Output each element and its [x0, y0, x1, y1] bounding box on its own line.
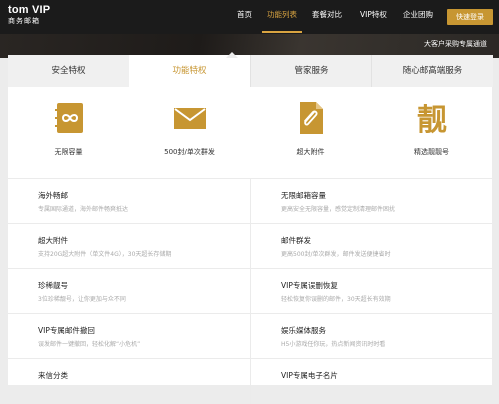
tab-feature-privileges[interactable]: 功能特权: [129, 55, 250, 87]
feature-label: 超大附件: [296, 148, 325, 156]
item-title: 来信分类: [38, 371, 68, 380]
logo-subtitle: 商务邮箱: [8, 17, 40, 25]
item-description: H5小游戏任你玩，热点新闻资讯时时看: [281, 341, 386, 348]
item-title: VIP专属电子名片: [281, 371, 338, 380]
enterprise-channel-link[interactable]: 大客户采购专属通道: [424, 39, 487, 49]
item-description: 3位珍稀靓号，让你更加与众不同: [38, 296, 126, 303]
top-navigation-bar: tom VIP 商务邮箱 首页 功能列表 套餐对比 VIP特权 企业团购 快速登…: [0, 0, 499, 34]
active-nav-indicator: [262, 31, 302, 33]
feature-premium-account[interactable]: 靓 精选靓靓号: [371, 87, 492, 177]
tab-bar: 安全特权 功能特权 管家服务 随心邮高端服务: [8, 55, 493, 87]
svg-text:靓: 靓: [417, 103, 447, 135]
item-title: 海外畅邮: [38, 191, 68, 200]
nav-item-vip-privileges[interactable]: VIP特权: [360, 10, 387, 20]
logo-wordmark: tom VIP: [8, 4, 51, 16]
feature-large-attachment[interactable]: 超大附件: [250, 87, 371, 177]
list-item[interactable]: 海外畅邮 专属国际通道，海外邮件畅爽抵达: [8, 179, 250, 224]
list-item[interactable]: VIP专属邮件撤回 误发邮件一键撤回，轻松化解“小危机”: [8, 314, 250, 359]
tab-security-privileges[interactable]: 安全特权: [8, 55, 129, 87]
feature-label: 精选靓靓号: [414, 148, 449, 156]
item-title: VIP专属邮件撤回: [38, 326, 95, 335]
item-description: 更高500封/单次群发，邮件发送便捷省时: [281, 251, 391, 258]
nav-item-feature-list[interactable]: 功能列表: [267, 10, 297, 20]
table-row: VIP专属邮件撤回 误发邮件一键撤回，轻松化解“小危机” 娱乐媒体服务 H5小游…: [8, 313, 492, 359]
item-title: 娱乐媒体服务: [281, 326, 326, 335]
item-title: 邮件群发: [281, 236, 311, 245]
item-description: 误发邮件一键撤回，轻松化解“小危机”: [38, 341, 141, 348]
list-item[interactable]: 娱乐媒体服务 H5小游戏任你玩，热点新闻资讯时时看: [250, 314, 493, 359]
infinity-notebook-icon: [55, 103, 83, 133]
nav-item-enterprise-purchase[interactable]: 企业团购: [403, 10, 433, 20]
item-description: 更高安全无限容量，感觉定制清理邮件困扰: [281, 206, 396, 213]
item-title: 珍稀靓号: [38, 281, 68, 290]
list-item[interactable]: 来信分类: [8, 359, 250, 404]
list-item[interactable]: VIP专属电子名片: [250, 359, 493, 404]
item-description: 专属国际通道，海外邮件畅爽抵达: [38, 206, 129, 213]
feature-icons-row: 无限容量 500封/单次群发 超大附件 靓 精选靓靓号: [8, 87, 492, 177]
feature-label: 500封/单次群发: [164, 148, 215, 156]
envelope-icon: [174, 108, 206, 129]
table-row: 超大附件 支持20G超大附件（单文件4G），30天超长存储期 邮件群发 更高50…: [8, 223, 492, 269]
table-row: 海外畅邮 专属国际通道，海外邮件畅爽抵达 无限邮箱容量 更高安全无限容量，感觉定…: [8, 178, 492, 224]
liang-character-icon: 靓: [417, 103, 447, 135]
quick-login-button[interactable]: 快速登录: [447, 9, 493, 25]
item-description: 支持20G超大附件（单文件4G），30天超长存储期: [38, 251, 172, 258]
paperclip-file-icon: [300, 102, 323, 134]
item-title: 无限邮箱容量: [281, 191, 326, 200]
list-item[interactable]: 珍稀靓号 3位珍稀靓号，让你更加与众不同: [8, 269, 250, 314]
list-item[interactable]: 无限邮箱容量 更高安全无限容量，感觉定制清理邮件困扰: [250, 179, 493, 224]
table-row: 来信分类 VIP专属电子名片: [8, 358, 492, 404]
feature-label: 无限容量: [54, 148, 83, 156]
tab-premium-service[interactable]: 随心邮高端服务: [371, 55, 493, 87]
feature-bulk-send[interactable]: 500封/单次群发: [129, 87, 250, 177]
nav-item-home[interactable]: 首页: [237, 10, 252, 20]
item-description: 轻松恢复你误删的邮件，30天超长有效期: [281, 296, 391, 303]
list-item[interactable]: VIP专属误删恢复 轻松恢复你误删的邮件，30天超长有效期: [250, 269, 493, 314]
item-title: 超大附件: [38, 236, 68, 245]
list-item[interactable]: 邮件群发 更高500封/单次群发，邮件发送便捷省时: [250, 224, 493, 269]
tom-vip-logo[interactable]: tom VIP 商务邮箱: [8, 4, 50, 26]
feature-unlimited-storage[interactable]: 无限容量: [8, 87, 129, 177]
nav-item-plan-compare[interactable]: 套餐对比: [312, 10, 342, 20]
table-row: 珍稀靓号 3位珍稀靓号，让你更加与众不同 VIP专属误删恢复 轻松恢复你误删的邮…: [8, 268, 492, 314]
banner-pointer-arrow: [226, 52, 238, 58]
feature-panel: 安全特权 功能特权 管家服务 随心邮高端服务 无限容量 500封/单次群发 超大…: [8, 55, 493, 404]
item-title: VIP专属误删恢复: [281, 281, 338, 290]
tab-butler-service[interactable]: 管家服务: [250, 55, 372, 87]
list-item[interactable]: 超大附件 支持20G超大附件（单文件4G），30天超长存储期: [8, 224, 250, 269]
